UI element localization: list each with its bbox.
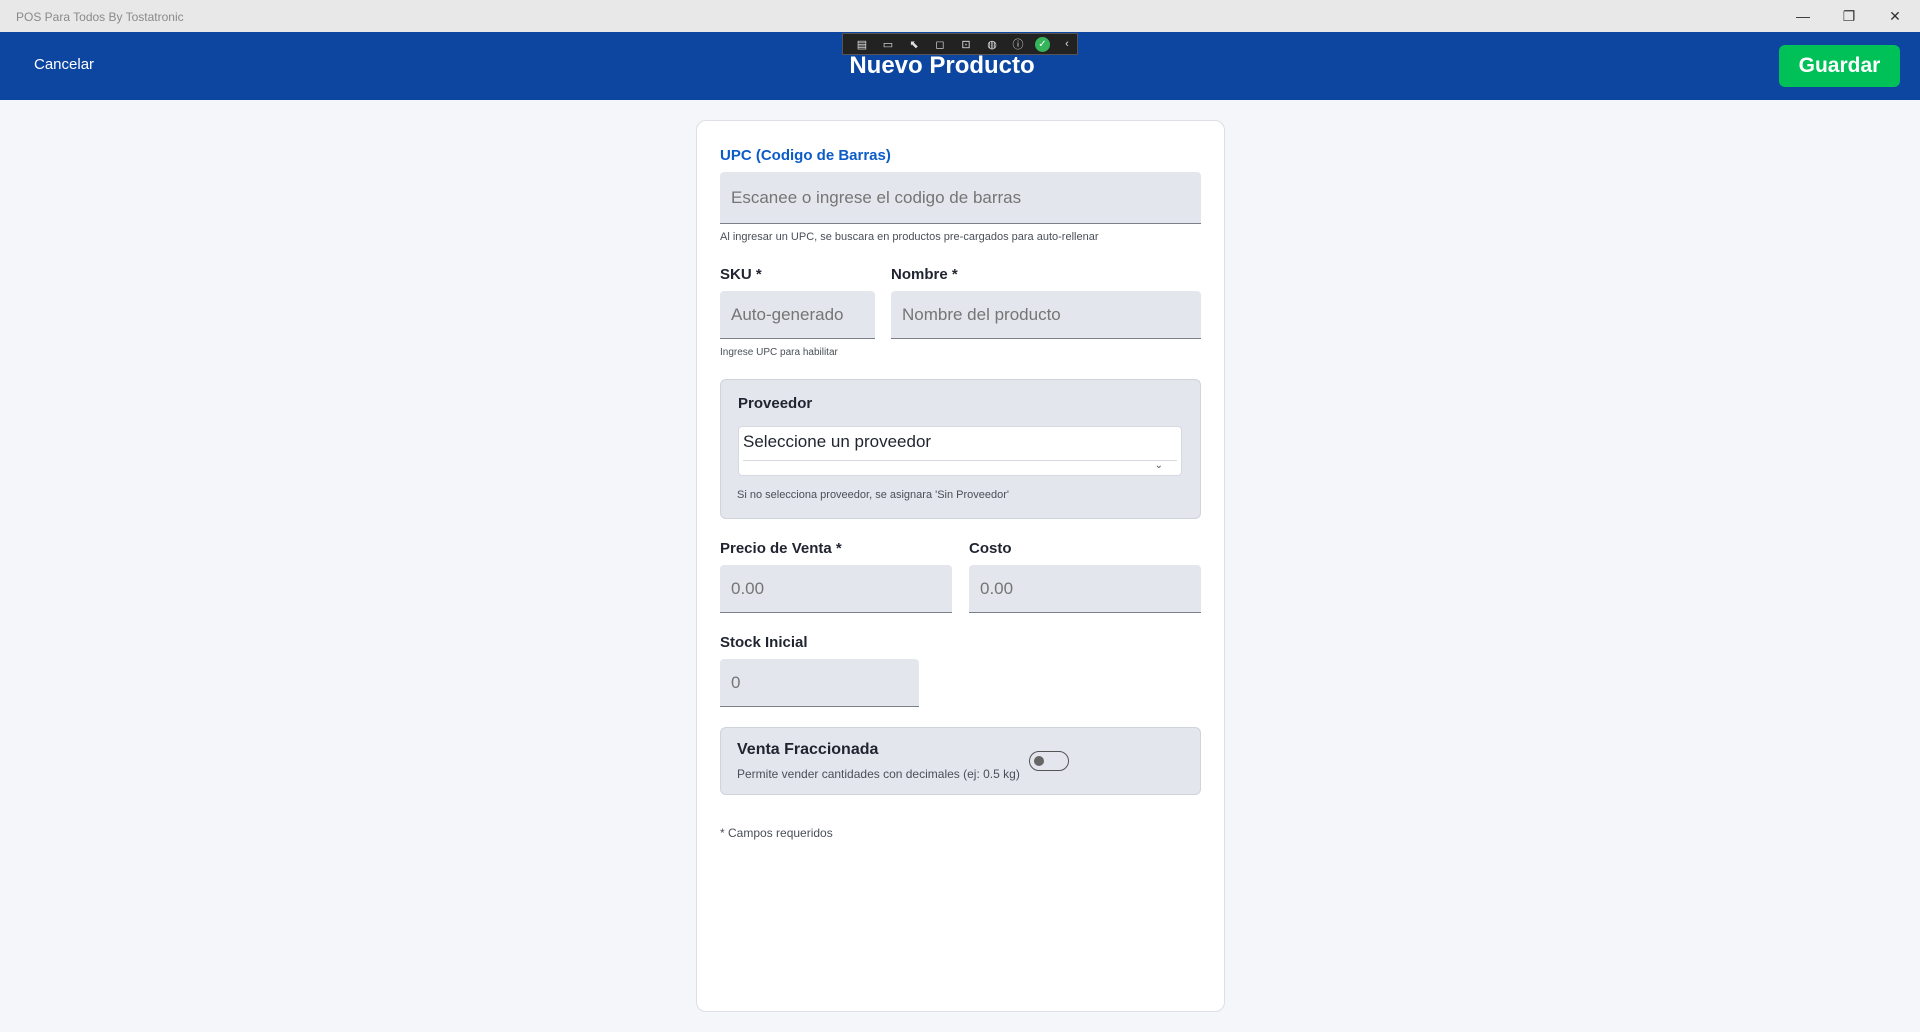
required-fields-note: * Campos requeridos — [720, 826, 833, 840]
restore-icon: ❐ — [1842, 7, 1856, 24]
display-layout-icon[interactable]: ◻ — [931, 36, 949, 52]
save-button[interactable]: Guardar — [1779, 45, 1900, 87]
accessibility-icon[interactable]: ⓘ — [1009, 36, 1027, 52]
supplier-label: Proveedor — [738, 395, 813, 412]
close-icon: ✕ — [1889, 7, 1901, 24]
supplier-select-value: Seleccione un proveedor — [743, 432, 932, 451]
collapse-icon[interactable]: ‹ — [1058, 36, 1076, 52]
sku-hint: Ingrese UPC para habilitar — [720, 347, 838, 358]
stock-label: Stock Inicial — [720, 634, 808, 651]
toggle-knob — [1034, 756, 1044, 766]
sku-input[interactable] — [720, 291, 875, 339]
cost-input[interactable] — [969, 565, 1201, 613]
chevron-down-icon: ⌄ — [1154, 460, 1163, 471]
supplier-select[interactable]: Seleccione un proveedor ⌄ — [738, 426, 1182, 476]
fractional-sale-panel: Venta Fraccionada Permite vender cantida… — [720, 727, 1201, 795]
name-label: Nombre * — [891, 266, 958, 283]
supplier-panel: Proveedor Seleccione un proveedor ⌄ Si n… — [720, 379, 1201, 519]
window-titlebar: POS Para Todos By Tostatronic — ❐ ✕ — [0, 0, 1920, 32]
check-icon[interactable]: ✓ — [1035, 36, 1050, 52]
debug-toolbar: ▤ ▭ ⬉ ◻ ⊡ ◍ ⓘ ✓ ‹ — [842, 33, 1078, 55]
page-title: Nuevo Producto — [849, 52, 1035, 79]
upc-label: UPC (Codigo de Barras) — [720, 147, 891, 164]
price-label: Precio de Venta * — [720, 540, 842, 557]
select-divider — [743, 460, 1177, 461]
price-input[interactable] — [720, 565, 952, 613]
live-tree-icon[interactable]: ▤ — [853, 36, 871, 52]
close-window-button[interactable]: ✕ — [1872, 0, 1918, 32]
fractional-sale-toggle[interactable] — [1029, 751, 1069, 771]
minimize-button[interactable]: — — [1780, 0, 1826, 32]
stock-input[interactable] — [720, 659, 919, 707]
track-focus-icon[interactable]: ⊡ — [957, 36, 975, 52]
video-icon[interactable]: ▭ — [879, 36, 897, 52]
fractional-sale-description: Permite vender cantidades con decimales … — [737, 767, 1020, 781]
window-title: POS Para Todos By Tostatronic — [16, 10, 184, 24]
fractional-sale-label: Venta Fraccionada — [737, 741, 879, 758]
name-input[interactable] — [891, 291, 1201, 339]
upc-hint: Al ingresar un UPC, se buscara en produc… — [720, 231, 1099, 243]
supplier-hint: Si no selecciona proveedor, se asignara … — [737, 489, 1010, 501]
sku-label: SKU * — [720, 266, 762, 283]
upc-input[interactable] — [720, 172, 1201, 224]
restore-button[interactable]: ❐ — [1826, 0, 1872, 32]
minimize-icon: — — [1796, 8, 1810, 24]
product-form-card: UPC (Codigo de Barras) Al ingresar un UP… — [696, 120, 1225, 1012]
binding-icon[interactable]: ◍ — [983, 36, 1001, 52]
cost-label: Costo — [969, 540, 1012, 557]
select-element-icon[interactable]: ⬉ — [905, 36, 923, 52]
